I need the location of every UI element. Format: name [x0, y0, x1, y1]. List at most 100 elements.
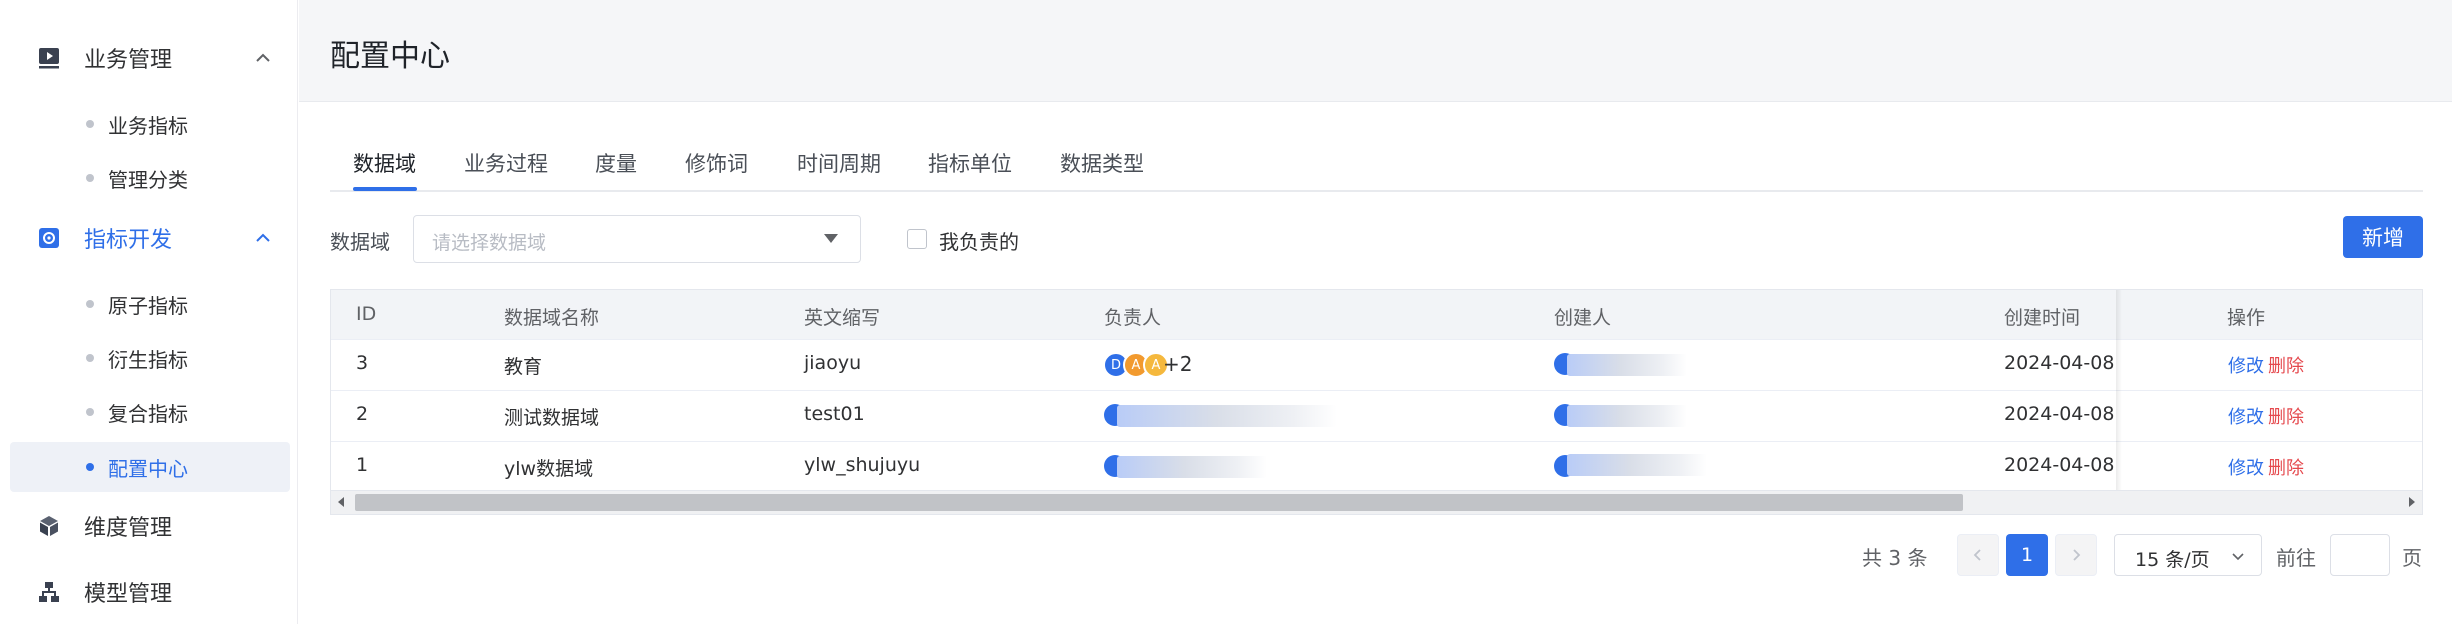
sidebar-group-business[interactable]: 业务管理	[0, 28, 298, 88]
play-square-icon	[36, 45, 62, 71]
sidebar-item-composite-indicator[interactable]: 复合指标	[10, 387, 290, 437]
column-header: 操作	[2227, 307, 2266, 329]
sidebar-item-business-indicator[interactable]: 业务指标	[10, 99, 290, 149]
goto-unit: 页	[2402, 546, 2422, 570]
column-header: 创建时间	[2004, 307, 2081, 329]
table-header: ID 数据域名称 英文缩写 负责人 创建人 创建时间 操作	[331, 290, 2422, 339]
total-count: 3	[1888, 546, 1902, 570]
scroll-right-icon[interactable]	[2409, 497, 2415, 507]
prev-page-button[interactable]	[1957, 534, 1999, 576]
delete-link[interactable]: 删除	[2268, 403, 2304, 429]
bullet-icon	[86, 408, 94, 416]
cell-created-time: 2024-04-08 1	[2004, 352, 2133, 374]
chevron-up-icon	[256, 53, 270, 62]
cell-abbr: ylw_shujuyu	[804, 454, 921, 476]
edit-link[interactable]: 修改	[2228, 403, 2264, 429]
page-number-button[interactable]: 1	[2006, 534, 2048, 576]
cell-created-time: 2024-04-08 1	[2004, 454, 2133, 476]
filter-label: 数据域	[330, 230, 390, 254]
cell-id: 3	[356, 352, 369, 374]
data-domain-select[interactable]: 请选择数据域	[413, 215, 861, 263]
sidebar-group-label: 模型管理	[84, 582, 173, 607]
org-chart-icon	[36, 579, 62, 605]
table-row: 1 ylw数据域 ylw_shujuyu 2024-04-08 1	[331, 441, 2422, 492]
mine-checkbox-label[interactable]: 我负责的	[939, 226, 1019, 255]
sidebar-item-atomic-indicator[interactable]: 原子指标	[10, 279, 290, 329]
horizontal-scrollbar[interactable]	[331, 490, 2422, 514]
operation-header-bg	[2122, 290, 2422, 339]
tab-business-process[interactable]: 业务过程	[464, 148, 548, 178]
redacted-creator	[1567, 354, 1687, 376]
cell-id: 1	[356, 454, 369, 476]
chevron-up-icon	[256, 233, 270, 242]
add-button[interactable]: 新增	[2343, 216, 2423, 258]
bullet-icon	[86, 463, 94, 471]
bullet-icon	[86, 120, 94, 128]
sidebar-item-label: 原子指标	[108, 293, 188, 318]
tab-indicator-unit[interactable]: 指标单位	[928, 148, 1012, 178]
column-header: 数据域名称	[504, 307, 600, 329]
owner-extra-count: +2	[1163, 352, 1193, 376]
cell-abbr: jiaoyu	[804, 352, 862, 374]
tab-measure[interactable]: 度量	[595, 148, 637, 178]
cell-name: 测试数据域	[504, 407, 600, 429]
redacted-owner	[1117, 405, 1337, 427]
sidebar-item-label: 配置中心	[108, 456, 188, 481]
column-header: ID	[356, 303, 377, 325]
sidebar-item-manage-category[interactable]: 管理分类	[10, 153, 290, 203]
cube-icon	[36, 513, 62, 539]
tab-data-domain[interactable]: 数据域	[353, 148, 416, 178]
bullet-icon	[86, 354, 94, 362]
sidebar-group-label: 业务管理	[84, 48, 173, 73]
sidebar-group-label: 指标开发	[84, 228, 173, 253]
bullet-icon	[86, 300, 94, 308]
goto-page-input[interactable]	[2330, 534, 2390, 576]
tab-bar: 数据域 业务过程 度量 修饰词 时间周期 指标单位 数据类型	[330, 138, 2423, 192]
edit-link[interactable]: 修改	[2228, 352, 2264, 378]
sidebar-item-config-center[interactable]: 配置中心	[10, 442, 290, 492]
sidebar: 业务管理 业务指标 管理分类 指标开发 原子指标 衍生指标 复合指标 配置中心 …	[0, 0, 298, 624]
scrollbar-thumb[interactable]	[355, 494, 1963, 511]
mine-checkbox[interactable]	[907, 229, 927, 249]
sidebar-group-indicator-dev[interactable]: 指标开发	[0, 208, 298, 268]
main-content: 配置中心 数据域 业务过程 度量 修饰词 时间周期 指标单位 数据类型 数据域 …	[299, 0, 2452, 624]
edit-link[interactable]: 修改	[2228, 454, 2264, 480]
goto-label: 前往	[2276, 546, 2316, 570]
delete-link[interactable]: 删除	[2268, 454, 2304, 480]
chevron-right-icon	[2073, 549, 2081, 561]
divider	[2122, 441, 2422, 442]
bullet-icon	[86, 174, 94, 182]
sidebar-group-label: 维度管理	[84, 516, 173, 541]
sidebar-group-model[interactable]: 模型管理	[0, 562, 298, 622]
next-page-button[interactable]	[2055, 534, 2097, 576]
sidebar-group-dimension[interactable]: 维度管理	[0, 496, 298, 556]
caret-down-icon	[824, 234, 838, 243]
redacted-creator	[1567, 405, 1687, 427]
sidebar-item-derived-indicator[interactable]: 衍生指标	[10, 333, 290, 383]
tab-modifier[interactable]: 修饰词	[685, 148, 748, 178]
redacted-owner	[1117, 456, 1267, 478]
sidebar-item-label: 复合指标	[108, 401, 188, 426]
delete-link[interactable]: 删除	[2268, 352, 2304, 378]
operation-column: 操作 修改 删除 修改 删除 修改 删除	[2122, 290, 2422, 490]
total-prefix: 共	[1862, 546, 1882, 570]
column-header: 负责人	[1104, 307, 1162, 329]
active-tab-indicator	[353, 187, 417, 191]
tab-data-type[interactable]: 数据类型	[1060, 148, 1144, 178]
column-header: 创建人	[1554, 307, 1612, 329]
divider	[2122, 339, 2422, 340]
sidebar-item-label: 业务指标	[108, 113, 188, 138]
sidebar-item-label: 衍生指标	[108, 347, 188, 372]
page-size-select[interactable]: 15 条/页	[2114, 534, 2262, 576]
tab-time-period[interactable]: 时间周期	[797, 148, 881, 178]
cell-name: ylw数据域	[504, 458, 594, 480]
gear-square-icon	[36, 225, 62, 251]
scroll-left-icon[interactable]	[338, 497, 344, 507]
cell-id: 2	[356, 403, 369, 425]
chevron-down-icon	[2232, 553, 2244, 561]
cell-name: 教育	[504, 356, 543, 378]
cell-abbr: test01	[804, 403, 865, 425]
chevron-left-icon	[1973, 549, 1981, 561]
sidebar-item-label: 管理分类	[108, 167, 188, 192]
divider	[2122, 390, 2422, 391]
